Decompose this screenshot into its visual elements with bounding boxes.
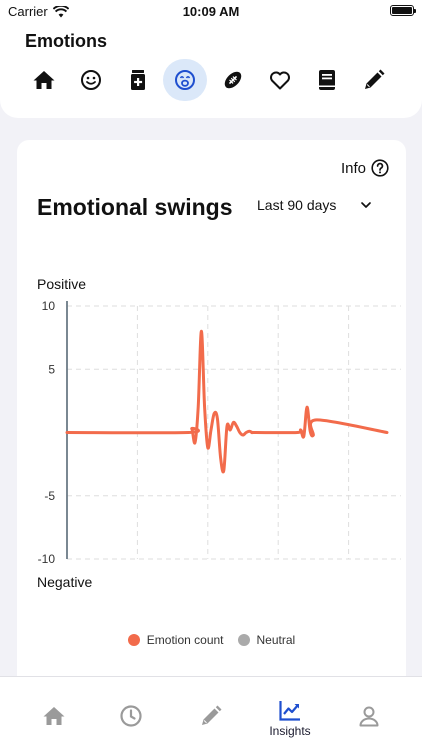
football-icon — [224, 71, 241, 89]
card-title: Emotional swings — [37, 194, 233, 220]
legend-item-neutral: Neutral — [237, 633, 296, 647]
tab-history[interactable] — [89, 677, 173, 750]
y-tick-label: -10 — [38, 552, 56, 566]
medication-icon — [131, 70, 146, 90]
range-label: Last 90 days — [257, 197, 337, 213]
clock-icon — [120, 705, 142, 727]
status-time: 10:09 AM — [182, 4, 240, 19]
y-ticks: 10 5 -5 -10 — [38, 299, 56, 566]
tab-profile[interactable] — [327, 677, 411, 750]
battery-fill — [392, 7, 412, 14]
tab-insights-label: Insights — [269, 724, 311, 738]
category-anxious-face[interactable] — [163, 59, 208, 101]
info-label: Info — [340, 159, 366, 177]
header: Emotions — [0, 24, 422, 118]
y-tick-label: 5 — [48, 362, 55, 376]
chart-series — [65, 329, 389, 474]
category-pencil[interactable] — [352, 59, 396, 101]
legend-label-emotion-count: Emotion count — [146, 633, 224, 647]
insights-icon — [279, 701, 300, 721]
pencil-icon — [202, 705, 222, 725]
emotional-swings-card: Info Emotional swings Last 90 days Posit… — [17, 140, 406, 700]
series-line-emotion-count — [65, 329, 389, 474]
chevron-down-icon — [361, 202, 372, 208]
positive-label: Positive — [37, 276, 87, 292]
status-bar: Carrier 10:09 AM — [0, 0, 422, 24]
heart-icon — [269, 71, 290, 90]
category-heart[interactable] — [258, 59, 302, 101]
tab-insights[interactable]: Insights — [248, 677, 332, 750]
home-icon — [43, 707, 65, 725]
legend-label-neutral: Neutral — [256, 633, 296, 647]
category-journal[interactable] — [305, 59, 349, 101]
swings-chart: 10 5 -5 -10 — [38, 299, 401, 566]
y-tick-label: -5 — [44, 489, 55, 503]
category-smiley[interactable] — [69, 59, 113, 101]
legend-dot-emotion-count — [127, 634, 140, 646]
battery-icon — [390, 5, 416, 16]
chart-legend: Emotion count Neutral — [17, 633, 406, 647]
category-bar — [22, 59, 396, 101]
negative-label: Negative — [37, 574, 93, 590]
y-tick-label: 10 — [42, 299, 56, 313]
pencil-icon — [364, 69, 385, 89]
range-dropdown[interactable]: Last 90 days — [257, 197, 372, 213]
tab-journal[interactable] — [169, 677, 253, 750]
journal-icon — [318, 70, 335, 90]
profile-icon — [359, 706, 379, 727]
anxious-face-icon — [175, 70, 196, 90]
category-medication[interactable] — [116, 59, 160, 101]
legend-dot-neutral — [237, 634, 250, 646]
tab-bar: Insights — [0, 676, 422, 750]
tab-home[interactable] — [12, 677, 96, 750]
legend-item-emotion-count: Emotion count — [127, 633, 224, 647]
category-football[interactable] — [211, 59, 255, 101]
category-home[interactable] — [22, 59, 66, 101]
help-circle-icon — [371, 159, 389, 177]
page-title: Emotions — [25, 31, 108, 51]
info-button[interactable]: Info — [341, 159, 389, 177]
home-icon — [33, 71, 55, 89]
smiley-icon — [81, 70, 102, 90]
